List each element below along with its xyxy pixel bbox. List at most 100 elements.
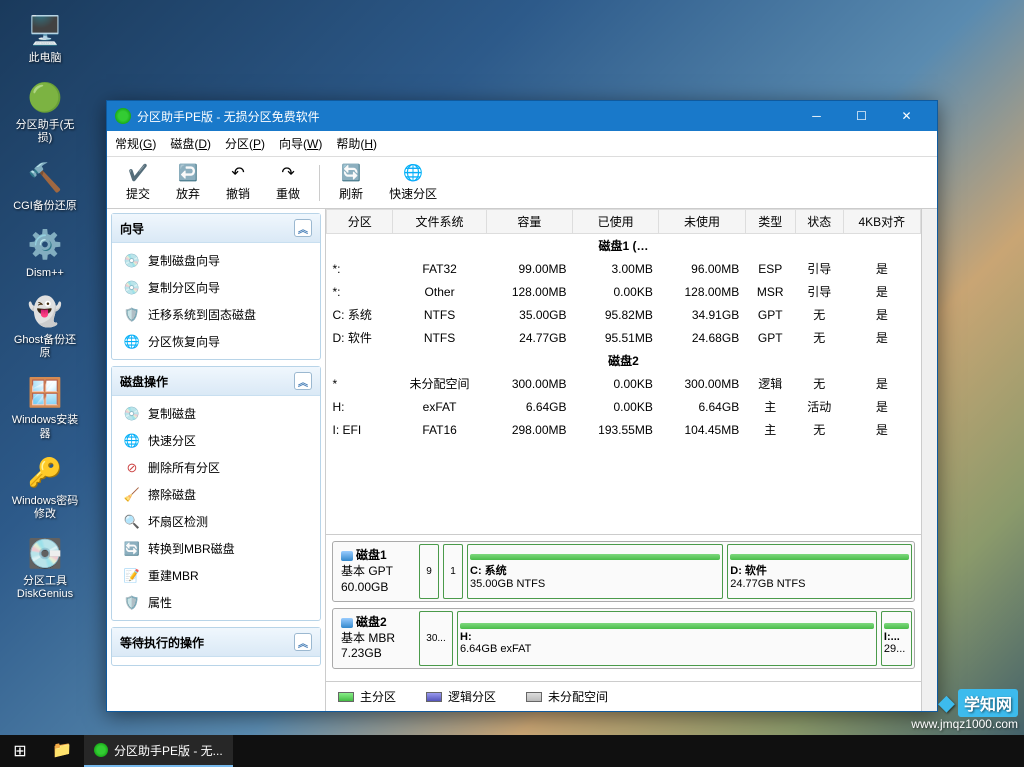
partition-row[interactable]: D: 软件NTFS24.77GB95.51MB24.68GBGPT无是 [327,326,921,349]
disk-group-row[interactable]: 磁盘2 [327,349,921,372]
menubar: 常规(G) 磁盘(D) 分区(P) 向导(W) 帮助(H) [107,131,937,157]
tool-icon: ↩️ [178,163,198,183]
collapse-icon[interactable]: ︽ [294,219,312,237]
panel-item[interactable]: 🛡️迁移系统到固态磁盘 [112,301,320,328]
desktop-icon[interactable]: 🟢分区助手(无损) [10,77,80,145]
scrollbar[interactable] [921,209,937,711]
disk-group-row[interactable]: 磁盘1 (… [327,234,921,258]
partition-block[interactable]: C: 系统35.00GB NTFS [467,544,723,599]
panel-header[interactable]: 向导︽ [112,214,320,243]
panel-item[interactable]: 🛡️属性 [112,589,320,616]
cell: 6.64GB [659,395,745,418]
tool-label: 放弃 [176,185,200,202]
cell: 6.64GB [486,395,572,418]
desktop-icon-image: 💽 [25,533,65,573]
table-header[interactable]: 未使用 [659,210,745,234]
partition-row[interactable]: *:Other128.00MB0.00KB128.00MBMSR引导是 [327,280,921,303]
table-header[interactable]: 文件系统 [393,210,486,234]
menu-h[interactable]: 帮助(H) [336,135,377,152]
panel-body: 💿复制磁盘向导💿复制分区向导🛡️迁移系统到固态磁盘🌐分区恢复向导 [112,243,320,359]
menu-w[interactable]: 向导(W) [279,135,322,152]
partition-row[interactable]: I: EFIFAT16298.00MB193.55MB104.45MB主无是 [327,418,921,441]
cell: H: [327,395,393,418]
panel-item[interactable]: 🌐分区恢复向导 [112,328,320,355]
panel-header[interactable]: 磁盘操作︽ [112,367,320,396]
panel-item[interactable]: 💿复制分区向导 [112,274,320,301]
panel-item[interactable]: 💿复制磁盘 [112,400,320,427]
desktop-icon[interactable]: 🔨CGI备份还原 [10,158,80,213]
titlebar[interactable]: 分区助手PE版 - 无损分区免费软件 ─ ☐ ✕ [107,101,937,131]
partition-block[interactable]: 30... [419,611,453,666]
tool-提交[interactable]: ✔️提交 [115,161,161,205]
partition-row[interactable]: *未分配空间300.00MB0.00KB300.00MB逻辑无是 [327,372,921,395]
panel-body: 💿复制磁盘🌐快速分区⊘删除所有分区🧹擦除磁盘🔍坏扇区检测🔄转换到MBR磁盘📝重建… [112,396,320,620]
cell: 是 [843,372,920,395]
panel-item[interactable]: 💿复制磁盘向导 [112,247,320,274]
collapse-icon[interactable]: ︽ [294,372,312,390]
toolbar-separator [319,165,320,201]
diskmap[interactable]: 磁盘1基本 GPT60.00GB91C: 系统35.00GB NTFSD: 软件… [332,541,915,602]
partition-block[interactable]: I:...29... [881,611,912,666]
disk-label: 磁盘2基本 MBR7.23GB [335,611,415,666]
desktop-icon[interactable]: 🖥️此电脑 [10,10,80,65]
panel-item-icon: 🌐 [124,433,140,449]
cell: 0.00KB [573,372,659,395]
partition-row[interactable]: H:exFAT6.64GB0.00KB6.64GB主活动是 [327,395,921,418]
desktop-icon[interactable]: 🔑Windows密码修改 [10,453,80,521]
panel-item[interactable]: 🔄转换到MBR磁盘 [112,535,320,562]
tool-快速分区[interactable]: 🌐快速分区 [378,161,448,205]
start-button[interactable]: ⊞ [0,735,40,767]
sidebar-panel: 等待执行的操作︽ [111,627,321,666]
menu-p[interactable]: 分区(P) [225,135,265,152]
collapse-icon[interactable]: ︽ [294,633,312,651]
tool-撤销[interactable]: ↶撤销 [215,161,261,205]
table-header[interactable]: 状态 [795,210,843,234]
partition-block[interactable]: 1 [443,544,463,599]
legend-swatch [526,692,542,702]
table-header[interactable]: 已使用 [573,210,659,234]
panel-item-icon: 🧹 [124,487,140,503]
panel-item[interactable]: 🧹擦除磁盘 [112,481,320,508]
maximize-button[interactable]: ☐ [839,102,884,130]
panel-item-label: 复制磁盘 [148,405,196,422]
partition-block[interactable]: H:6.64GB exFAT [457,611,877,666]
taskbar-app[interactable]: 分区助手PE版 - 无... [84,735,233,767]
cell: NTFS [393,326,486,349]
close-button[interactable]: ✕ [884,102,929,130]
panel-item[interactable]: 🌐快速分区 [112,427,320,454]
cell: 104.45MB [659,418,745,441]
tool-放弃[interactable]: ↩️ 放弃 [165,161,211,205]
partition-block[interactable]: D: 软件24.77GB NTFS [727,544,912,599]
panel-item[interactable]: 📝重建MBR [112,562,320,589]
panel-header[interactable]: 等待执行的操作︽ [112,628,320,657]
table-header[interactable]: 分区 [327,210,393,234]
menu-d[interactable]: 磁盘(D) [170,135,211,152]
file-explorer-icon[interactable]: 📁 [40,735,84,767]
desktop-icon[interactable]: 🪟Windows安装器 [10,372,80,440]
desktop-icon[interactable]: 💽分区工具DiskGenius [10,533,80,601]
tool-刷新[interactable]: 🔄刷新 [328,161,374,205]
partition-table-wrap[interactable]: 分区文件系统容量已使用未使用类型状态4KB对齐 磁盘1 (…*:FAT3299.… [326,209,921,534]
partition-row[interactable]: C: 系统NTFS35.00GB95.82MB34.91GBGPT无是 [327,303,921,326]
desktop-icon-image: 🟢 [25,77,65,117]
desktop-icon[interactable]: ⚙️Dism++ [10,225,80,280]
panel-item-label: 属性 [148,594,172,611]
panel-item[interactable]: 🔍坏扇区检测 [112,508,320,535]
tool-重做[interactable]: ↷重做 [265,161,311,205]
diskmap[interactable]: 磁盘2基本 MBR7.23GB30...H:6.64GB exFATI:...2… [332,608,915,669]
panel-item-label: 复制分区向导 [148,279,220,296]
cell: 24.77GB [486,326,572,349]
table-header[interactable]: 4KB对齐 [843,210,920,234]
partition-row[interactable]: *:FAT3299.00MB3.00MB96.00MBESP引导是 [327,257,921,280]
cell: * [327,372,393,395]
minimize-button[interactable]: ─ [794,102,839,130]
desktop-icon-label: Windows安装器 [10,414,80,440]
table-header[interactable]: 容量 [486,210,572,234]
cell: GPT [745,326,795,349]
desktop-icon[interactable]: 👻Ghost备份还原 [10,292,80,360]
table-header[interactable]: 类型 [745,210,795,234]
cell: 34.91GB [659,303,745,326]
menu-g[interactable]: 常规(G) [115,135,156,152]
panel-item[interactable]: ⊘删除所有分区 [112,454,320,481]
partition-block[interactable]: 9 [419,544,439,599]
